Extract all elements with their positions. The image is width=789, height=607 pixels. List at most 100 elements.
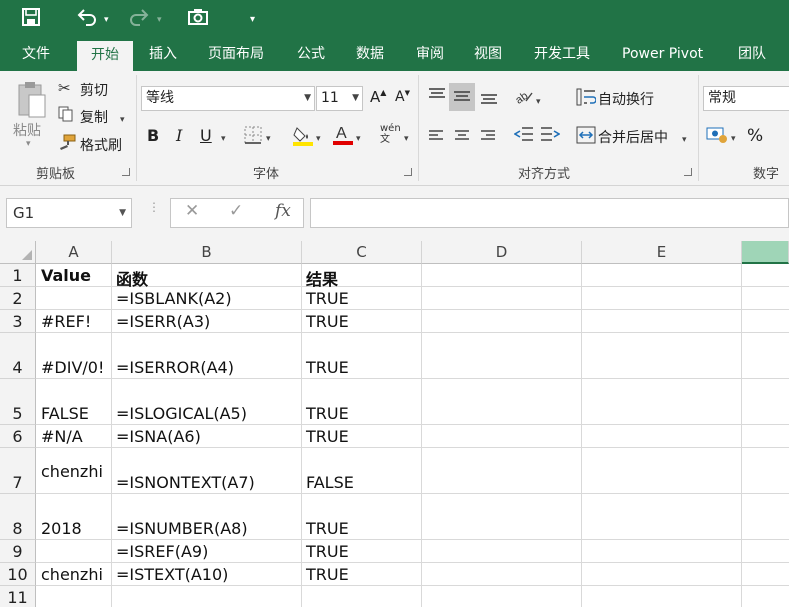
tab-team[interactable]: 团队 [738,38,766,71]
tab-insert[interactable]: 插入 [149,38,177,71]
copy-icon[interactable] [58,106,74,126]
cell-b10[interactable]: =ISTEXT(A10) [112,565,228,584]
number-format-combo[interactable]: 常规 [703,86,789,111]
cell-a10[interactable]: chenzhi [37,565,103,584]
percent-button[interactable]: % [747,126,763,146]
cell-c8[interactable]: TRUE [302,519,349,538]
grip-icon[interactable]: ⋮ [148,201,160,213]
row-header-7[interactable]: 7 [0,448,36,494]
bold-button[interactable]: B [147,126,159,145]
font-size-combo[interactable]: 11 ▼ [316,86,363,111]
tab-home[interactable]: 开始 [77,41,133,71]
align-middle-icon[interactable] [449,83,475,111]
cell-a1[interactable]: Value [37,266,91,285]
alignment-launcher[interactable] [684,168,692,176]
font-launcher[interactable] [404,168,412,176]
cell-b4[interactable]: =ISERROR(A4) [112,358,234,377]
wrap-text-button[interactable]: 自动换行 [598,89,654,109]
underline-caret[interactable]: ▾ [221,129,226,145]
row-header-3[interactable]: 3 [0,310,36,333]
cell-a7[interactable]: chenzhi [37,462,103,481]
cell-c6[interactable]: TRUE [302,427,349,446]
borders-icon[interactable] [244,126,262,148]
cell-a8[interactable]: 2018 [37,519,82,538]
shrink-font-icon[interactable]: A▼ [395,89,410,105]
orientation-caret[interactable]: ▾ [536,92,541,108]
orientation-icon[interactable]: ab [513,87,534,109]
cell-a5[interactable]: FALSE [37,404,89,423]
worksheet-grid[interactable]: A B C D E 1 2 3 4 5 6 7 8 9 10 11 Value … [0,241,789,607]
row-header-9[interactable]: 9 [0,540,36,563]
merge-center-button[interactable]: 合并后居中 [598,127,668,147]
align-top-icon[interactable] [428,87,446,105]
borders-caret[interactable]: ▾ [266,129,271,145]
row-header-11[interactable]: 11 [0,586,36,607]
cut-icon[interactable]: ✂ [58,79,71,97]
select-all-corner[interactable] [0,241,36,264]
tab-review[interactable]: 审阅 [416,38,444,71]
insert-function-icon[interactable]: fx [275,201,291,221]
decrease-indent-icon[interactable] [513,126,534,146]
merge-center-caret[interactable]: ▾ [682,130,687,146]
cell-b8[interactable]: =ISNUMBER(A8) [112,519,248,538]
paste-button[interactable]: 粘贴 [13,120,41,140]
cell-a3[interactable]: #REF! [37,312,91,331]
name-box[interactable]: G1 ▼ [6,198,132,228]
wrap-text-icon[interactable] [576,88,597,110]
tab-power-pivot[interactable]: Power Pivot [622,38,703,71]
cell-a6[interactable]: #N/A [37,427,83,446]
align-right-icon[interactable] [480,128,496,146]
row-header-2[interactable]: 2 [0,287,36,310]
formula-input[interactable] [310,198,789,228]
cell-b1[interactable]: 函数 [112,266,148,290]
increase-indent-icon[interactable] [540,126,561,146]
align-left-icon[interactable] [428,128,444,146]
cell-c7[interactable]: FALSE [302,473,354,492]
accounting-caret[interactable]: ▾ [731,129,736,145]
tab-data[interactable]: 数据 [356,38,384,71]
format-painter-button[interactable]: 格式刷 [80,135,122,155]
row-header-10[interactable]: 10 [0,563,36,586]
redo-dropdown-caret[interactable]: ▾ [157,10,162,30]
font-name-combo[interactable]: 等线 ▼ [141,86,315,111]
camera-icon[interactable] [188,8,208,31]
copy-button[interactable]: 复制 [80,107,108,127]
chevron-down-icon[interactable]: ▼ [119,199,126,227]
row-header-5[interactable]: 5 [0,379,36,425]
merge-center-icon[interactable] [576,126,596,148]
column-header-b[interactable]: B [112,241,302,264]
row-header-8[interactable]: 8 [0,494,36,540]
cell-b7[interactable]: =ISNONTEXT(A7) [112,473,255,492]
align-bottom-icon[interactable] [480,91,498,109]
redo-icon[interactable] [128,8,150,31]
cell-b9[interactable]: =ISREF(A9) [112,542,208,561]
cell-a4[interactable]: #DIV/0! [37,358,104,377]
font-color-icon[interactable]: A [332,122,354,150]
phonetic-caret[interactable]: ▾ [404,129,409,145]
cell-c1[interactable]: 结果 [302,266,338,290]
row-header-4[interactable]: 4 [0,333,36,379]
column-header-c[interactable]: C [302,241,422,264]
cell-b6[interactable]: =ISNA(A6) [112,427,201,446]
italic-button[interactable]: I [176,126,182,145]
cell-c2[interactable]: TRUE [302,289,349,308]
align-center-icon[interactable] [454,128,470,146]
cell-c9[interactable]: TRUE [302,542,349,561]
tab-file[interactable]: 文件 [22,38,50,71]
undo-dropdown-caret[interactable]: ▾ [104,10,109,30]
clipboard-launcher[interactable] [122,168,130,176]
fill-color-icon[interactable] [292,124,314,150]
tab-formulas[interactable]: 公式 [297,38,325,71]
accounting-format-icon[interactable] [706,125,728,147]
cell-c5[interactable]: TRUE [302,404,349,423]
cell-b5[interactable]: =ISLOGICAL(A5) [112,404,247,423]
format-painter-icon[interactable] [58,134,76,154]
font-color-caret[interactable]: ▾ [356,129,361,145]
cancel-icon[interactable]: ✕ [185,201,199,221]
cell-c10[interactable]: TRUE [302,565,349,584]
cut-button[interactable]: 剪切 [80,80,108,100]
underline-button[interactable]: U [200,126,212,145]
paste-icon[interactable] [14,79,48,123]
tab-developer[interactable]: 开发工具 [534,38,590,71]
row-header-6[interactable]: 6 [0,425,36,448]
